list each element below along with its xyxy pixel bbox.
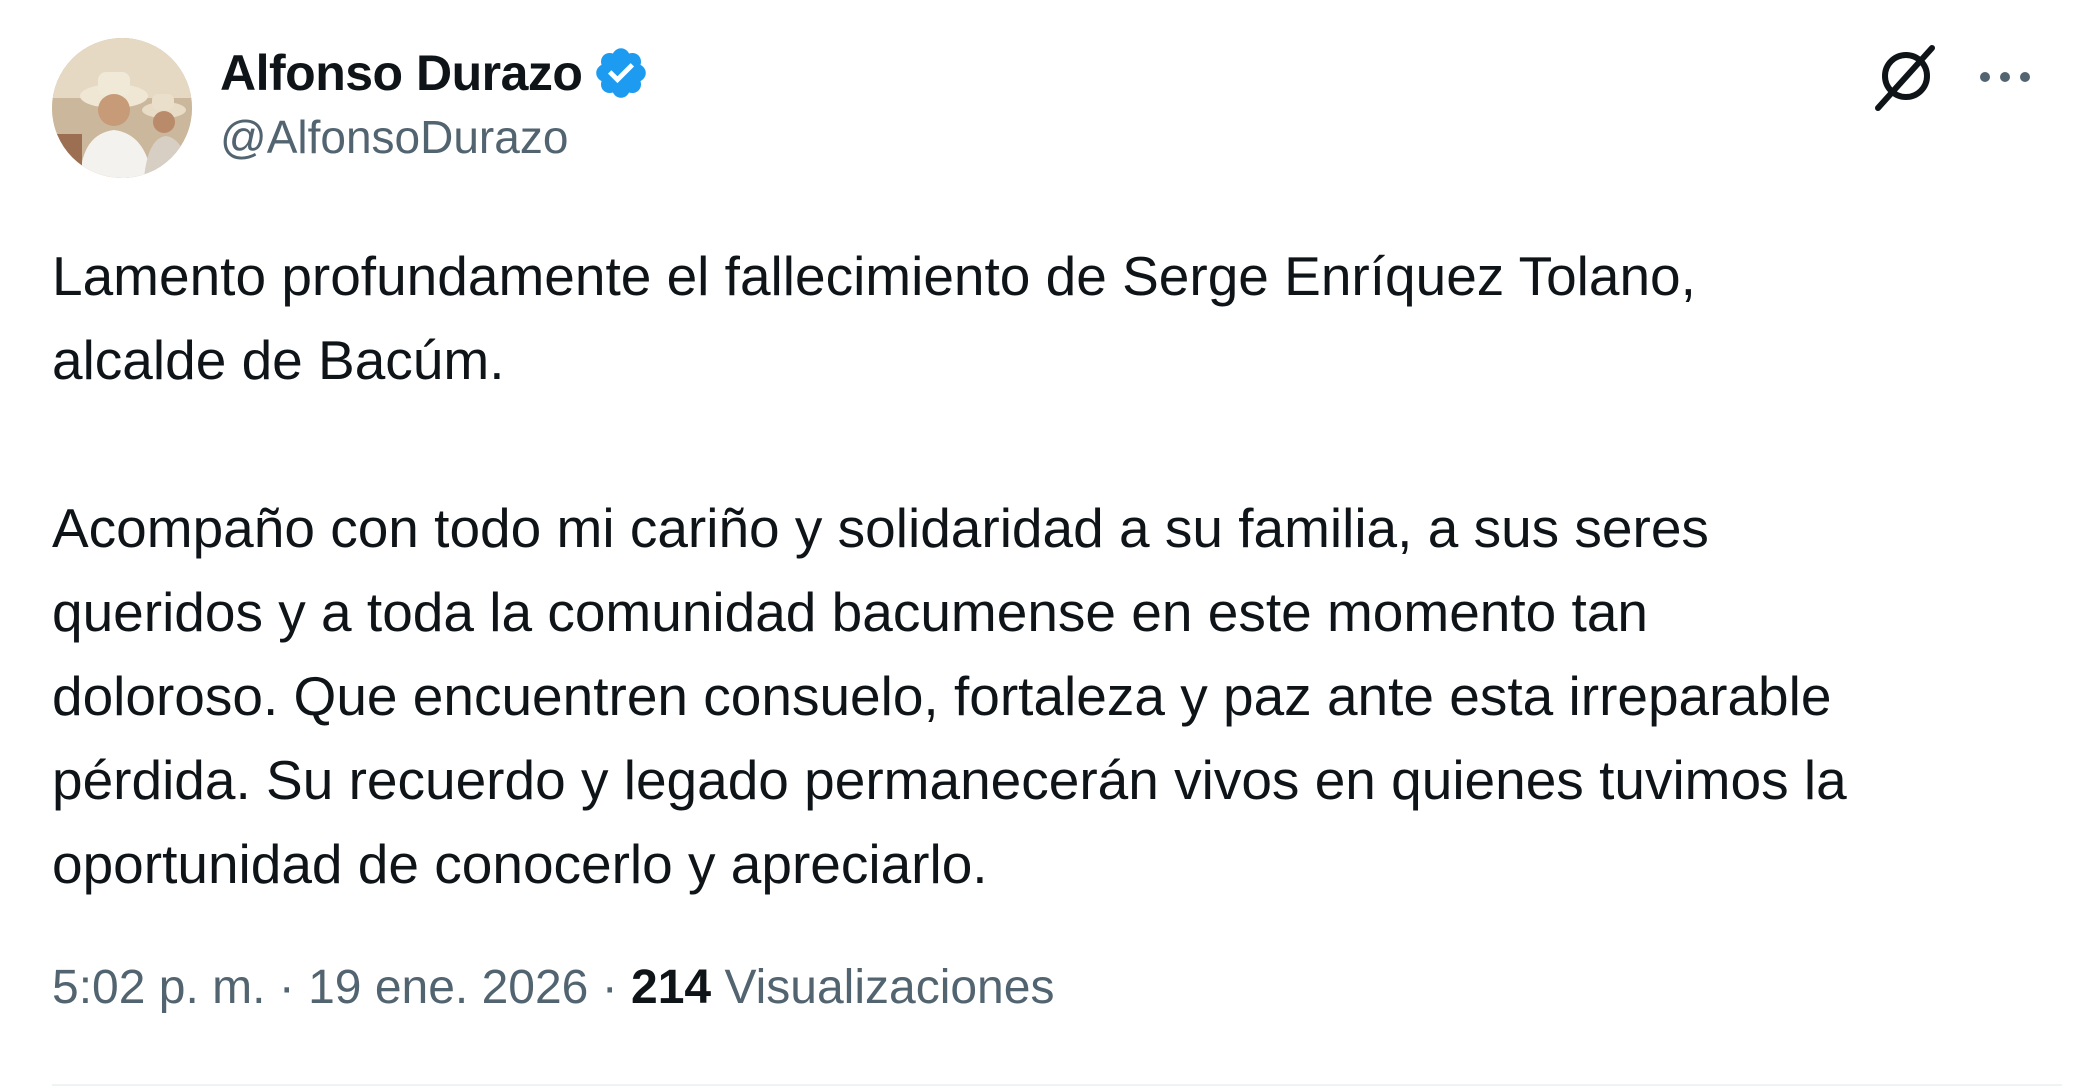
grok-icon <box>1875 45 1935 111</box>
meta-separator: · <box>265 961 309 1014</box>
more-dots-icon <box>1980 72 2030 82</box>
tweet-meta: 5:02 p. m. · 19 ene. 2026 · 214 Visualiz… <box>52 960 1054 1015</box>
author-name-row: Alfonso Durazo <box>220 38 650 108</box>
views-count: 214 <box>631 961 712 1014</box>
more-options-button[interactable] <box>1968 40 2042 114</box>
divider <box>52 1084 2062 1086</box>
author-block: Alfonso Durazo @AlfonsoDurazo <box>220 38 650 164</box>
tweet-date[interactable]: 19 ene. 2026 <box>308 960 588 1015</box>
tweet-text: Lamento profundamente el fallecimiento d… <box>52 245 1847 895</box>
author-avatar[interactable] <box>52 38 192 178</box>
verified-badge-icon[interactable] <box>592 44 650 102</box>
author-handle[interactable]: @AlfonsoDurazo <box>220 110 650 164</box>
views-label: Visualizaciones <box>711 961 1055 1014</box>
meta-separator: · <box>588 961 632 1014</box>
grok-button[interactable] <box>1868 40 1942 114</box>
tweet-card: Alfonso Durazo @AlfonsoDurazo Lamento pr… <box>0 0 2096 1090</box>
avatar-photo-icon <box>52 38 192 178</box>
author-display-name[interactable]: Alfonso Durazo <box>220 44 583 102</box>
tweet-time[interactable]: 5:02 p. m. <box>52 960 265 1015</box>
